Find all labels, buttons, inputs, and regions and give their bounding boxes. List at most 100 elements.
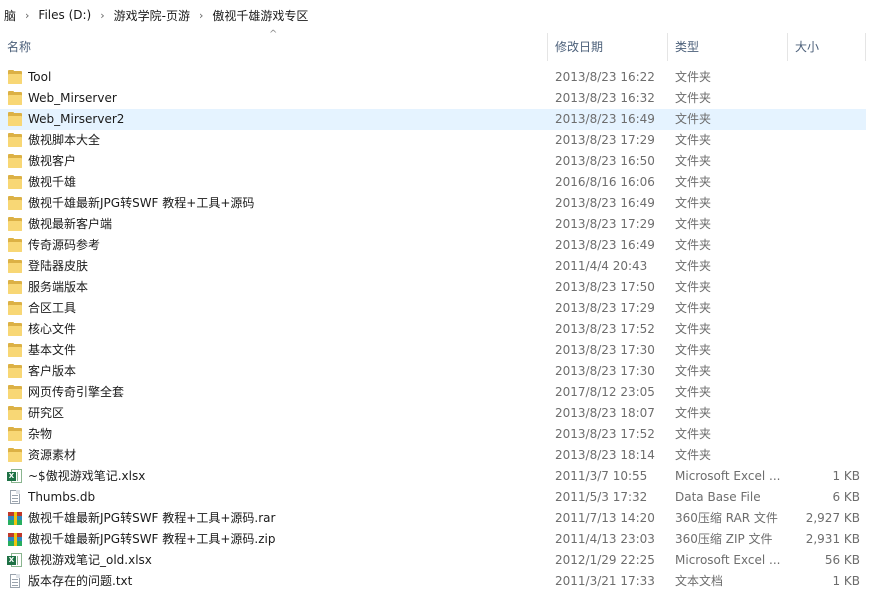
file-name: 合区工具: [28, 301, 77, 315]
folder-icon: [7, 321, 23, 338]
file-modified-date: 2011/5/3 17:32: [555, 490, 648, 504]
file-name: 傲视最新客户端: [28, 217, 113, 231]
file-modified-date: 2013/8/23 17:50: [555, 280, 655, 294]
file-size: [790, 403, 860, 424]
file-row[interactable]: 杂物 2013/8/23 17:52 文件夹: [0, 424, 866, 445]
file-row[interactable]: 傲视客户 2013/8/23 16:50 文件夹: [0, 151, 866, 172]
file-size: [790, 193, 860, 214]
breadcrumb-item[interactable]: 脑: [0, 7, 20, 24]
file-row[interactable]: 傲视千雄 2016/8/16 16:06 文件夹: [0, 172, 866, 193]
file-type: 文件夹: [675, 91, 712, 105]
folder-icon: [7, 174, 23, 191]
file-row[interactable]: Thumbs.db 2011/5/3 17:32 Data Base File 6 K…: [0, 487, 866, 508]
file-modified-date: 2013/8/23 17:52: [555, 427, 655, 441]
file-name: 傲视千雄最新JPG转SWF 教程+工具+源码.rar: [28, 511, 276, 525]
file-modified-date: 2013/8/23 17:29: [555, 301, 655, 315]
excel-file-icon: X: [7, 552, 23, 569]
file-type: 文件夹: [675, 448, 712, 462]
folder-icon: [7, 405, 23, 422]
file-type: 文件夹: [675, 217, 712, 231]
column-header-type[interactable]: 类型: [668, 33, 788, 61]
file-row[interactable]: 网页传奇引擎全套 2017/8/12 23:05 文件夹: [0, 382, 866, 403]
file-modified-date: 2013/8/23 17:30: [555, 364, 655, 378]
file-name: Web_Mirserver: [28, 91, 117, 105]
file-row[interactable]: 研究区 2013/8/23 18:07 文件夹: [0, 403, 866, 424]
chevron-right-icon[interactable]: ›: [194, 9, 208, 22]
file-modified-date: 2013/8/23 16:49: [555, 238, 655, 252]
file-row[interactable]: X ~$傲视游戏笔记.xlsx 2011/3/7 10:55 Microsoft Ex…: [0, 466, 866, 487]
file-type: 文本文档: [675, 574, 724, 588]
file-name: Tool: [28, 70, 52, 84]
file-size: [790, 88, 860, 109]
file-row[interactable]: 资源素材 2013/8/23 18:14 文件夹: [0, 445, 866, 466]
column-header-name[interactable]: 名称: [0, 33, 548, 61]
file-type: 文件夹: [675, 343, 712, 357]
file-row[interactable]: 登陆器皮肤 2011/4/4 20:43 文件夹: [0, 256, 866, 277]
folder-icon: [7, 342, 23, 359]
file-modified-date: 2013/8/23 16:50: [555, 154, 655, 168]
file-row[interactable]: 基本文件 2013/8/23 17:30 文件夹: [0, 340, 866, 361]
file-name: 杂物: [28, 427, 53, 441]
column-header-bar: ^ 名称 修改日期 类型 大小: [0, 29, 888, 61]
file-list: Tool 2013/8/23 16:22 文件夹 Web_Mirserver 2013/…: [0, 67, 888, 592]
file-row[interactable]: 傲视千雄最新JPG转SWF 教程+工具+源码.zip 2011/4/13 23:0…: [0, 529, 866, 550]
folder-icon: [7, 447, 23, 464]
file-name: 傲视客户: [28, 154, 77, 168]
breadcrumb-item[interactable]: 游戏学院-页游: [110, 7, 194, 24]
file-modified-date: 2013/8/23 16:32: [555, 91, 655, 105]
file-row[interactable]: 合区工具 2013/8/23 17:29 文件夹: [0, 298, 866, 319]
file-modified-date: 2013/8/23 16:49: [555, 112, 655, 126]
column-header-size[interactable]: 大小: [788, 33, 866, 61]
file-type: 文件夹: [675, 70, 712, 84]
file-row[interactable]: 核心文件 2013/8/23 17:52 文件夹: [0, 319, 866, 340]
breadcrumb-item[interactable]: 傲视千雄游戏专区: [208, 7, 312, 24]
folder-icon: [7, 132, 23, 149]
file-name: ~$傲视游戏笔记.xlsx: [28, 469, 146, 483]
file-row[interactable]: 客户版本 2013/8/23 17:30 文件夹: [0, 361, 866, 382]
file-row[interactable]: 版本存在的问题.txt 2011/3/21 17:33 文本文档 1 KB: [0, 571, 866, 592]
folder-icon: [7, 90, 23, 107]
file-type: 文件夹: [675, 175, 712, 189]
file-name: 客户版本: [28, 364, 77, 378]
file-type: Data Base File: [675, 490, 761, 504]
breadcrumb[interactable]: 脑 › Files (D:) › 游戏学院-页游 › 傲视千雄游戏专区: [0, 0, 888, 30]
breadcrumb-item[interactable]: Files (D:): [34, 8, 95, 22]
file-row[interactable]: 傲视最新客户端 2013/8/23 17:29 文件夹: [0, 214, 866, 235]
file-row[interactable]: Tool 2013/8/23 16:22 文件夹: [0, 67, 866, 88]
file-size: 1 KB: [832, 469, 860, 483]
file-size: [790, 445, 860, 466]
file-modified-date: 2013/8/23 17:29: [555, 217, 655, 231]
file-size: 2,931 KB: [805, 532, 860, 546]
file-row[interactable]: 服务端版本 2013/8/23 17:50 文件夹: [0, 277, 866, 298]
archive-file-icon: [7, 531, 23, 548]
file-size: 56 KB: [824, 553, 860, 567]
file-size: 6 KB: [832, 490, 860, 504]
file-size: [790, 235, 860, 256]
excel-file-icon: X: [7, 468, 23, 485]
file-row[interactable]: 傲视千雄最新JPG转SWF 教程+工具+源码.rar 2011/7/13 14:2…: [0, 508, 866, 529]
file-size: [790, 277, 860, 298]
file-modified-date: 2013/8/23 17:29: [555, 133, 655, 147]
file-row[interactable]: 传奇源码参考 2013/8/23 16:49 文件夹: [0, 235, 866, 256]
file-name: 傲视脚本大全: [28, 133, 101, 147]
chevron-right-icon[interactable]: ›: [20, 9, 34, 22]
chevron-right-icon[interactable]: ›: [95, 9, 109, 22]
column-header-date[interactable]: 修改日期: [548, 33, 668, 61]
file-row[interactable]: Web_Mirserver2 2013/8/23 16:49 文件夹: [0, 109, 866, 130]
file-type: 文件夹: [675, 196, 712, 210]
file-row[interactable]: X 傲视游戏笔记_old.xlsx 2012/1/29 22:25 Microsoft…: [0, 550, 866, 571]
file-modified-date: 2011/4/4 20:43: [555, 259, 648, 273]
file-name: 傲视千雄最新JPG转SWF 教程+工具+源码: [28, 196, 255, 210]
file-name: 版本存在的问题.txt: [28, 574, 133, 588]
file-type: 文件夹: [675, 238, 712, 252]
file-row[interactable]: 傲视脚本大全 2013/8/23 17:29 文件夹: [0, 130, 866, 151]
file-type: 文件夹: [675, 364, 712, 378]
file-row[interactable]: Web_Mirserver 2013/8/23 16:32 文件夹: [0, 88, 866, 109]
file-type: 文件夹: [675, 385, 712, 399]
file-modified-date: 2016/8/16 16:06: [555, 175, 655, 189]
file-row[interactable]: 傲视千雄最新JPG转SWF 教程+工具+源码 2013/8/23 16:49 文件夹: [0, 193, 866, 214]
folder-icon: [7, 111, 23, 128]
file-size: [790, 424, 860, 445]
file-modified-date: 2011/4/13 23:03: [555, 532, 655, 546]
folder-icon: [7, 363, 23, 380]
